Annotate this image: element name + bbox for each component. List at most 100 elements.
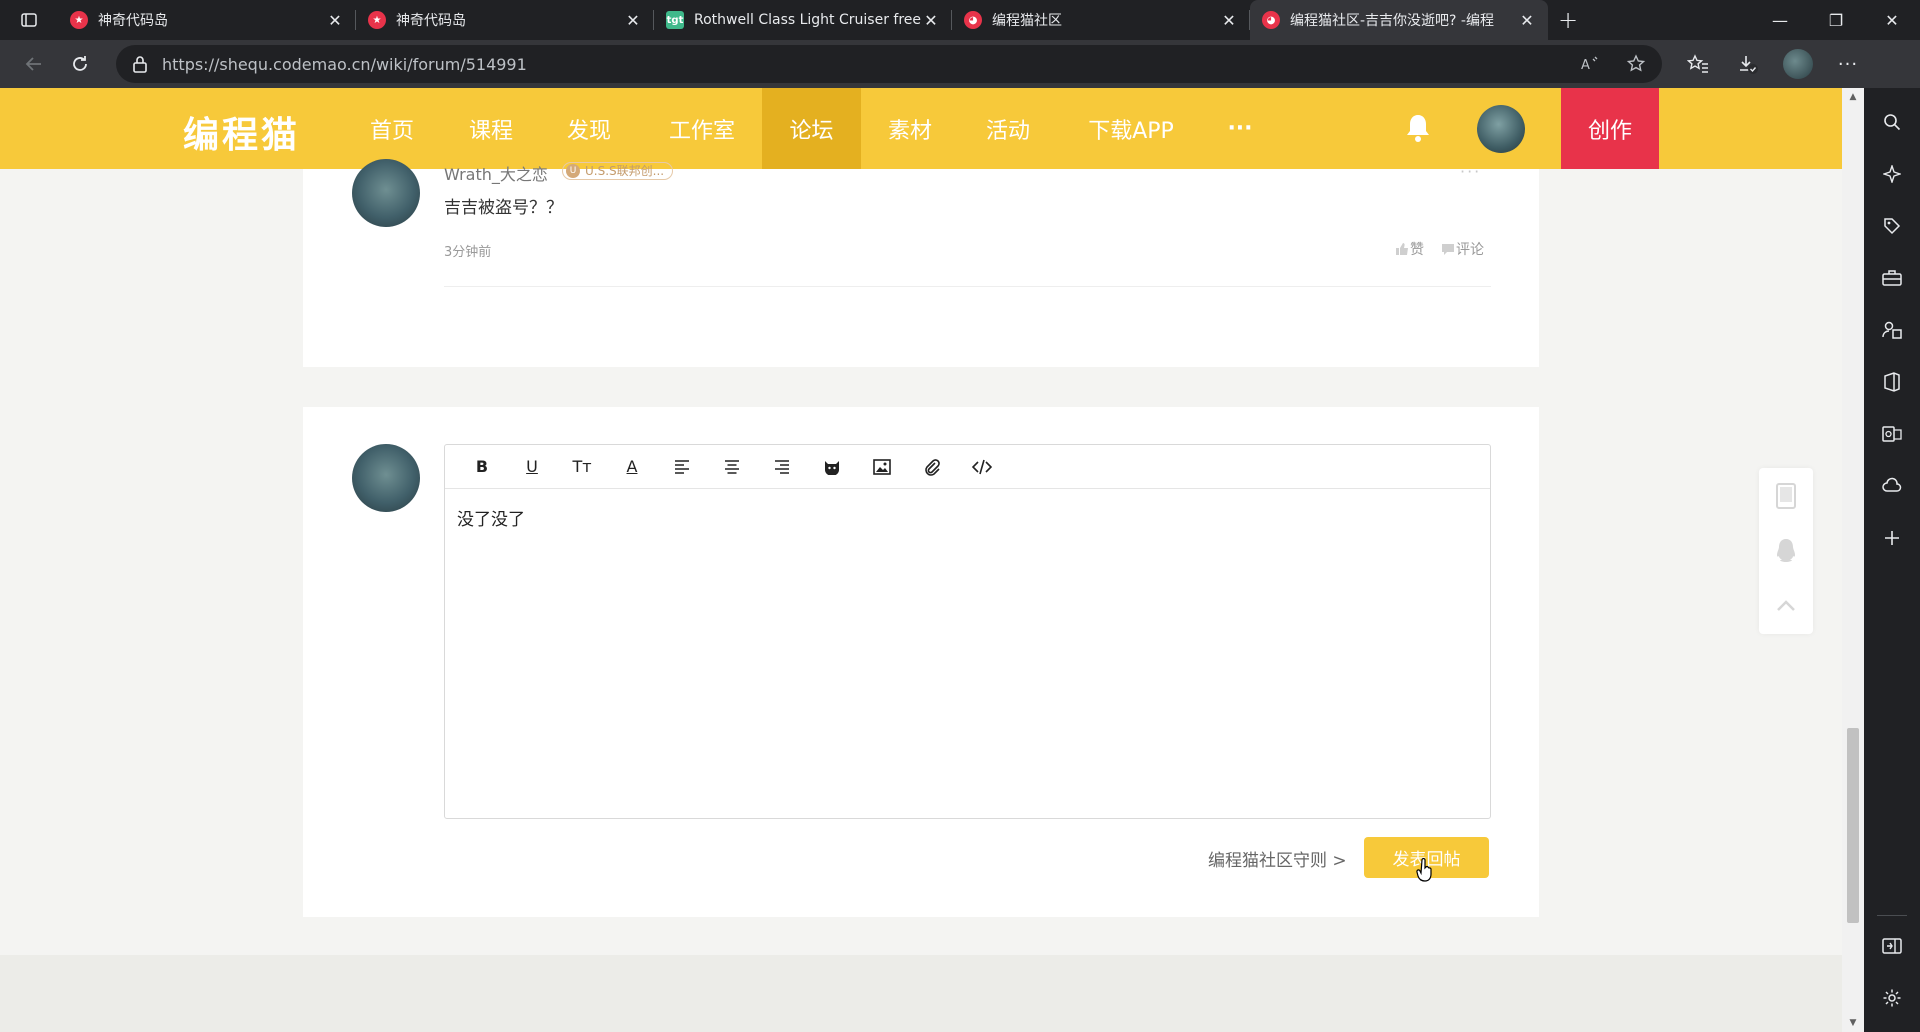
profile-button[interactable] — [1776, 46, 1820, 82]
site-footer — [0, 955, 1842, 1032]
tag-icon — [1884, 218, 1901, 235]
align-left-button[interactable] — [657, 445, 707, 489]
thumbs-up-icon — [1396, 243, 1408, 255]
code-button[interactable] — [957, 445, 1007, 489]
nav-materials[interactable]: 素材 — [870, 88, 950, 169]
mobile-view-button[interactable] — [1759, 468, 1813, 523]
cloud-send-icon — [1882, 477, 1902, 492]
community-rules-link[interactable]: 编程猫社区守则 > — [1208, 846, 1347, 871]
reply-text: 吉吉被盗号？？ — [444, 198, 563, 218]
align-right-button[interactable] — [757, 445, 807, 489]
sidebar-discover-button[interactable] — [1874, 156, 1910, 192]
notification-bell-icon[interactable] — [1403, 112, 1433, 148]
browser-tab-2[interactable]: ★ 神奇代码岛 ✕ — [356, 0, 654, 40]
insert-image-button[interactable] — [857, 445, 907, 489]
tablet-icon — [1776, 482, 1796, 509]
back-to-top-button[interactable] — [1759, 578, 1813, 633]
sidebar-hide-button[interactable] — [1874, 928, 1910, 964]
reply-user-avatar[interactable] — [352, 159, 420, 227]
nav-events[interactable]: 活动 — [968, 88, 1048, 169]
code-icon — [972, 459, 992, 474]
site-logo[interactable]: 编程猫 — [183, 106, 300, 158]
reply-user-name[interactable]: Wrath_大之恋 — [444, 161, 548, 185]
user-avatar[interactable] — [1477, 105, 1525, 153]
close-window-icon[interactable]: ✕ — [1864, 0, 1920, 40]
reply-more-icon[interactable]: ··· — [1460, 162, 1481, 181]
nav-more[interactable]: ··· — [1210, 88, 1270, 169]
sidebar-games-button[interactable] — [1874, 312, 1910, 348]
tab-title: 神奇代码岛 — [396, 13, 466, 29]
emoji-button[interactable] — [807, 445, 857, 489]
nav-studio[interactable]: 工作室 — [657, 88, 747, 169]
sidebar-drop-button[interactable] — [1874, 468, 1910, 504]
tab-actions-icon — [21, 13, 37, 27]
codemao-cat-favicon-icon: ◕ — [1262, 11, 1280, 29]
tab-close-icon[interactable]: ✕ — [922, 11, 940, 30]
back-button[interactable] — [12, 46, 56, 82]
browser-tab-5-active[interactable]: ◕ 编程猫社区-吉吉你没逝吧? -编程 ✕ — [1250, 0, 1548, 40]
scrollbar-thumb[interactable] — [1847, 728, 1859, 923]
browser-tab-bar: ★ 神奇代码岛 ✕ ★ 神奇代码岛 ✕ tgt Rothwell Class L… — [0, 0, 1920, 40]
profile-avatar — [1783, 49, 1813, 79]
align-center-button[interactable] — [707, 445, 757, 489]
svg-text:A: A — [1581, 58, 1590, 73]
toolbox-icon — [1882, 270, 1902, 286]
badge-text: U.S.S联邦创... — [585, 164, 665, 178]
like-button[interactable]: 赞 — [1394, 239, 1424, 259]
create-button[interactable]: 创作 — [1561, 88, 1659, 169]
rich-text-editor: B U Tт A 没了没了 — [444, 444, 1491, 819]
font-size-button[interactable]: Tт — [557, 445, 607, 489]
hand-cursor-icon — [1416, 857, 1434, 886]
sidebar-tools-button[interactable] — [1874, 260, 1910, 296]
font-color-button[interactable]: A — [607, 445, 657, 489]
new-tab-button[interactable]: + — [1548, 0, 1588, 40]
sidebar-search-button[interactable] — [1874, 104, 1910, 140]
scroll-down-arrow-icon[interactable]: ▼ — [1848, 1018, 1858, 1028]
reload-button[interactable] — [58, 46, 102, 82]
sidebar-settings-button[interactable] — [1874, 980, 1910, 1016]
floating-toolbar — [1759, 468, 1813, 634]
attachment-button[interactable] — [907, 445, 957, 489]
browser-tab-4[interactable]: ◕ 编程猫社区 ✕ — [952, 0, 1250, 40]
sidebar-add-button[interactable] — [1874, 520, 1910, 556]
nav-forum[interactable]: 论坛 — [762, 88, 861, 169]
tab-close-icon[interactable]: ✕ — [624, 11, 642, 30]
nav-courses[interactable]: 课程 — [451, 88, 531, 169]
url-bar[interactable]: https://shequ.codemao.cn/wiki/forum/5149… — [116, 45, 1662, 83]
scroll-up-arrow-icon[interactable]: ▲ — [1848, 92, 1858, 102]
comment-button[interactable]: 评论 — [1440, 239, 1484, 259]
comment-label: 评论 — [1456, 242, 1484, 258]
sidebar-shopping-button[interactable] — [1874, 208, 1910, 244]
read-aloud-icon[interactable]: A — [1580, 55, 1600, 73]
search-icon — [1884, 114, 1901, 131]
add-favorite-icon[interactable] — [1626, 54, 1646, 74]
nav-discover[interactable]: 发现 — [549, 88, 629, 169]
download-icon — [1740, 56, 1758, 74]
browser-tab-1[interactable]: ★ 神奇代码岛 ✕ — [58, 0, 356, 40]
downloads-button[interactable] — [1726, 46, 1770, 82]
nav-home[interactable]: 首页 — [352, 88, 432, 169]
tab-actions-button[interactable] — [0, 0, 58, 40]
tab-title: 编程猫社区-吉吉你没逝吧? -编程 — [1290, 13, 1494, 29]
settings-more-button[interactable]: ··· — [1826, 46, 1870, 82]
sparkle-icon — [1883, 165, 1901, 183]
back-arrow-icon — [25, 57, 41, 71]
sidebar-office-button[interactable] — [1874, 364, 1910, 400]
minimize-icon[interactable]: — — [1752, 0, 1808, 40]
tab-close-icon[interactable]: ✕ — [326, 11, 344, 30]
bold-button[interactable]: B — [457, 445, 507, 489]
underline-button[interactable]: U — [507, 445, 557, 489]
codemao-cat-favicon-icon: ◕ — [964, 11, 982, 29]
tab-close-icon[interactable]: ✕ — [1220, 11, 1238, 30]
editor-content-area[interactable]: 没了没了 — [445, 489, 1490, 546]
sidebar-bottom — [1874, 915, 1910, 1016]
tab-close-icon[interactable]: ✕ — [1518, 11, 1536, 30]
url-text: https://shequ.codemao.cn/wiki/forum/5149… — [162, 54, 527, 74]
favorites-button[interactable] — [1676, 46, 1720, 82]
restore-icon[interactable]: ❐ — [1808, 0, 1864, 40]
page-scrollbar[interactable]: ▲ ▼ — [1842, 88, 1864, 1032]
browser-tab-3[interactable]: tgt Rothwell Class Light Cruiser free ✕ — [654, 0, 952, 40]
nav-download-app[interactable]: 下载APP — [1078, 88, 1184, 169]
sidebar-outlook-button[interactable] — [1874, 416, 1910, 452]
qq-share-button[interactable] — [1759, 523, 1813, 578]
